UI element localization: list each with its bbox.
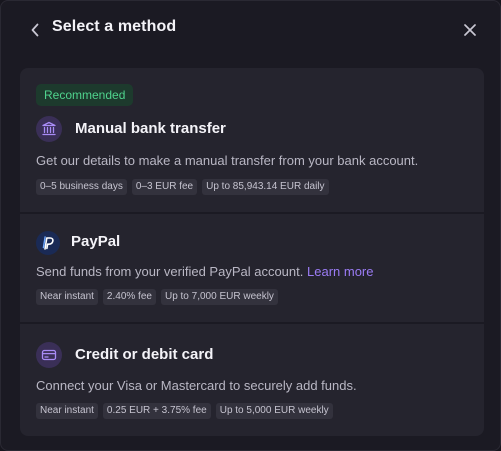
method-list: Recommended Manual bank transfer Get our…: [20, 68, 484, 436]
tag-duration: Near instant: [36, 403, 98, 419]
select-method-modal: Select a method Recommended Manual bank …: [0, 0, 501, 451]
method-name: Manual bank transfer: [75, 120, 226, 137]
method-description: Get our details to make a manual transfe…: [36, 153, 419, 168]
method-description-text: Send funds from your verified PayPal acc…: [36, 264, 304, 279]
tag-limit: Up to 7,000 EUR weekly: [160, 289, 278, 305]
learn-more-link[interactable]: Learn more: [307, 264, 373, 279]
paypal-icon: [36, 231, 60, 255]
method-tags: Near instant 2.40% fee Up to 7,000 EUR w…: [36, 289, 278, 305]
bank-icon: [36, 116, 62, 142]
chevron-left-icon: [31, 23, 39, 37]
tag-fee: 0–3 EUR fee: [131, 179, 198, 195]
method-card-paypal[interactable]: PayPal Send funds from your verified Pay…: [20, 214, 484, 322]
method-card-bank-transfer[interactable]: Recommended Manual bank transfer Get our…: [20, 68, 484, 212]
method-description: Connect your Visa or Mastercard to secur…: [36, 378, 357, 393]
modal-header: Select a method: [1, 1, 500, 59]
method-name: PayPal: [71, 233, 121, 250]
tag-limit: Up to 85,943.14 EUR daily: [202, 179, 329, 195]
page-title: Select a method: [52, 18, 177, 35]
method-description: Send funds from your verified PayPal acc…: [36, 264, 373, 279]
method-name: Credit or debit card: [75, 346, 214, 363]
method-tags: Near instant 0.25 EUR + 3.75% fee Up to …: [36, 403, 333, 419]
credit-card-icon: [36, 342, 62, 368]
close-button[interactable]: [461, 21, 479, 39]
tag-fee: 0.25 EUR + 3.75% fee: [102, 403, 211, 419]
tag-duration: 0–5 business days: [36, 179, 127, 195]
tag-duration: Near instant: [36, 289, 98, 305]
tag-fee: 2.40% fee: [102, 289, 156, 305]
method-tags: 0–5 business days 0–3 EUR fee Up to 85,9…: [36, 179, 329, 195]
back-button[interactable]: [27, 21, 43, 39]
tag-limit: Up to 5,000 EUR weekly: [215, 403, 333, 419]
recommended-badge: Recommended: [36, 84, 134, 106]
method-card-credit-card[interactable]: Credit or debit card Connect your Visa o…: [20, 324, 484, 436]
close-icon: [464, 24, 476, 36]
